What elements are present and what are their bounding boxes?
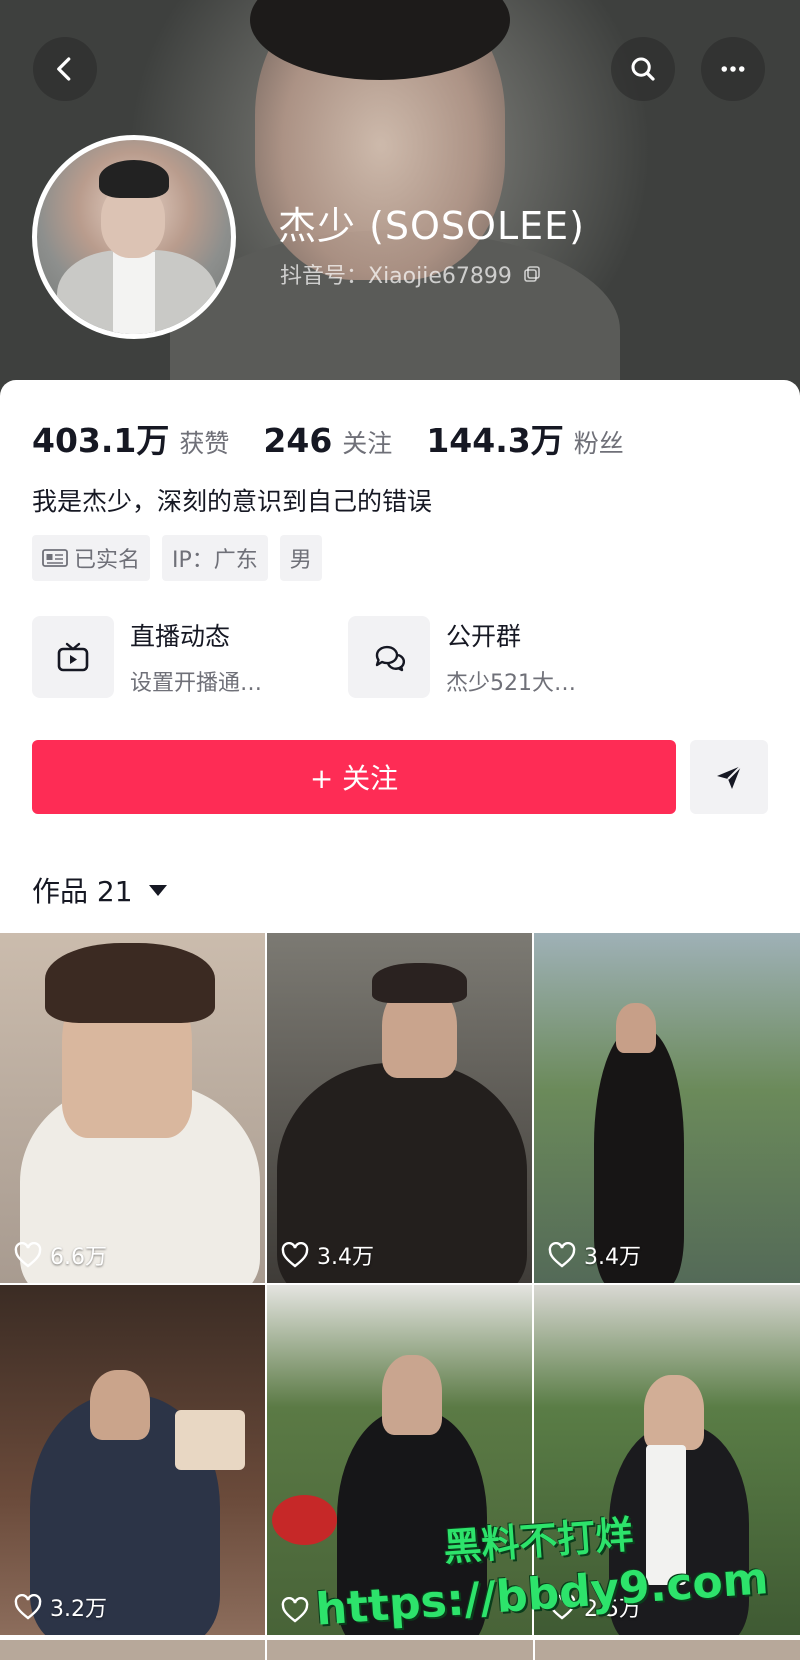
like-count-text: 3.2万 bbox=[50, 1597, 107, 1622]
douyin-id-text: 抖音号：Xiaojie67899 bbox=[280, 264, 512, 289]
video-thumbnail[interactable] bbox=[534, 1640, 800, 1660]
works-tab[interactable]: 作品 21 bbox=[32, 870, 167, 910]
id-card-icon bbox=[42, 549, 68, 567]
live-feature[interactable]: 直播动态 设置开播通… bbox=[32, 616, 262, 698]
display-name: 杰少 (SOSOLEE) bbox=[278, 204, 585, 248]
back-button[interactable] bbox=[33, 37, 97, 101]
stat-value: 403.1万 bbox=[32, 421, 170, 460]
bio-text: 我是杰少，深刻的意识到自己的错误 bbox=[32, 487, 433, 516]
stat-likes[interactable]: 403.1万 获赞 bbox=[32, 414, 229, 462]
video-thumbnail[interactable]: 3.4万 bbox=[267, 933, 532, 1283]
video-thumbnail[interactable] bbox=[267, 1640, 533, 1660]
stats-row: 403.1万 获赞 246 关注 144.3万 粉丝 bbox=[32, 414, 658, 462]
search-icon bbox=[631, 57, 655, 81]
stat-label: 获赞 bbox=[179, 429, 230, 458]
stat-value: 144.3万 bbox=[426, 421, 564, 460]
more-icon bbox=[721, 66, 745, 72]
like-count: 6.6万 bbox=[14, 1239, 107, 1271]
video-grid-next-row bbox=[0, 1640, 800, 1660]
like-count-text: 3.4万 bbox=[317, 1245, 374, 1270]
tag-gender: 男 bbox=[279, 535, 322, 581]
live-feature-icon-box bbox=[32, 616, 114, 698]
back-icon bbox=[57, 57, 71, 81]
group-feature[interactable]: 公开群 杰少521大… bbox=[348, 616, 576, 698]
douyin-id[interactable]: 抖音号：Xiaojie67899 bbox=[280, 258, 542, 290]
video-thumbnail[interactable] bbox=[0, 1640, 266, 1660]
live-feature-title: 直播动态 bbox=[130, 622, 231, 651]
video-thumbnail[interactable]: 6.6万 bbox=[0, 933, 265, 1283]
like-count-text: 6.6万 bbox=[50, 1245, 107, 1270]
copy-icon[interactable] bbox=[522, 264, 542, 284]
tag-ip: IP：广东 bbox=[162, 535, 268, 581]
group-feature-title: 公开群 bbox=[446, 622, 522, 651]
like-count-text: 3.4万 bbox=[584, 1245, 641, 1270]
like-count: 3.4万 bbox=[548, 1239, 641, 1271]
tv-icon bbox=[57, 642, 89, 672]
heart-icon bbox=[14, 1242, 42, 1268]
more-button[interactable] bbox=[701, 37, 765, 101]
video-thumbnail[interactable]: 3.2万 bbox=[0, 1285, 265, 1635]
like-count: 3.2万 bbox=[14, 1591, 107, 1623]
stat-label: 粉丝 bbox=[573, 429, 624, 458]
send-icon bbox=[717, 765, 742, 789]
chat-bubbles-icon bbox=[375, 645, 406, 672]
heart-icon bbox=[281, 1242, 309, 1268]
stat-value: 246 bbox=[263, 421, 333, 460]
tag-verified: 已实名 bbox=[32, 535, 151, 581]
group-feature-subtitle: 杰少521大… bbox=[446, 671, 576, 696]
stat-label: 关注 bbox=[342, 429, 393, 458]
share-button[interactable] bbox=[690, 740, 768, 814]
works-label: 作品 21 bbox=[32, 875, 133, 908]
tag-ip-label: IP：广东 bbox=[172, 548, 258, 573]
video-thumbnail[interactable]: 3.4万 bbox=[534, 933, 800, 1283]
tag-row: 已实名 IP：广东 男 bbox=[32, 535, 322, 581]
follow-button[interactable]: + 关注 bbox=[32, 740, 676, 814]
caret-down-icon bbox=[148, 884, 167, 896]
heart-icon bbox=[14, 1594, 42, 1620]
tag-verified-label: 已实名 bbox=[74, 548, 141, 573]
stat-followers[interactable]: 144.3万 粉丝 bbox=[426, 414, 623, 462]
like-count: 3.4万 bbox=[281, 1239, 374, 1271]
search-button[interactable] bbox=[611, 37, 675, 101]
profile-card: 403.1万 获赞 246 关注 144.3万 粉丝 我是杰少，深刻的意识到自己… bbox=[0, 380, 800, 940]
live-feature-subtitle: 设置开播通… bbox=[130, 671, 263, 696]
tag-gender-label: 男 bbox=[289, 548, 312, 573]
avatar[interactable] bbox=[32, 135, 236, 339]
avatar-hair bbox=[99, 160, 169, 198]
heart-icon bbox=[548, 1242, 576, 1268]
avatar-shirt bbox=[113, 252, 155, 334]
stat-following[interactable]: 246 关注 bbox=[263, 421, 392, 460]
group-feature-icon-box bbox=[348, 616, 430, 698]
